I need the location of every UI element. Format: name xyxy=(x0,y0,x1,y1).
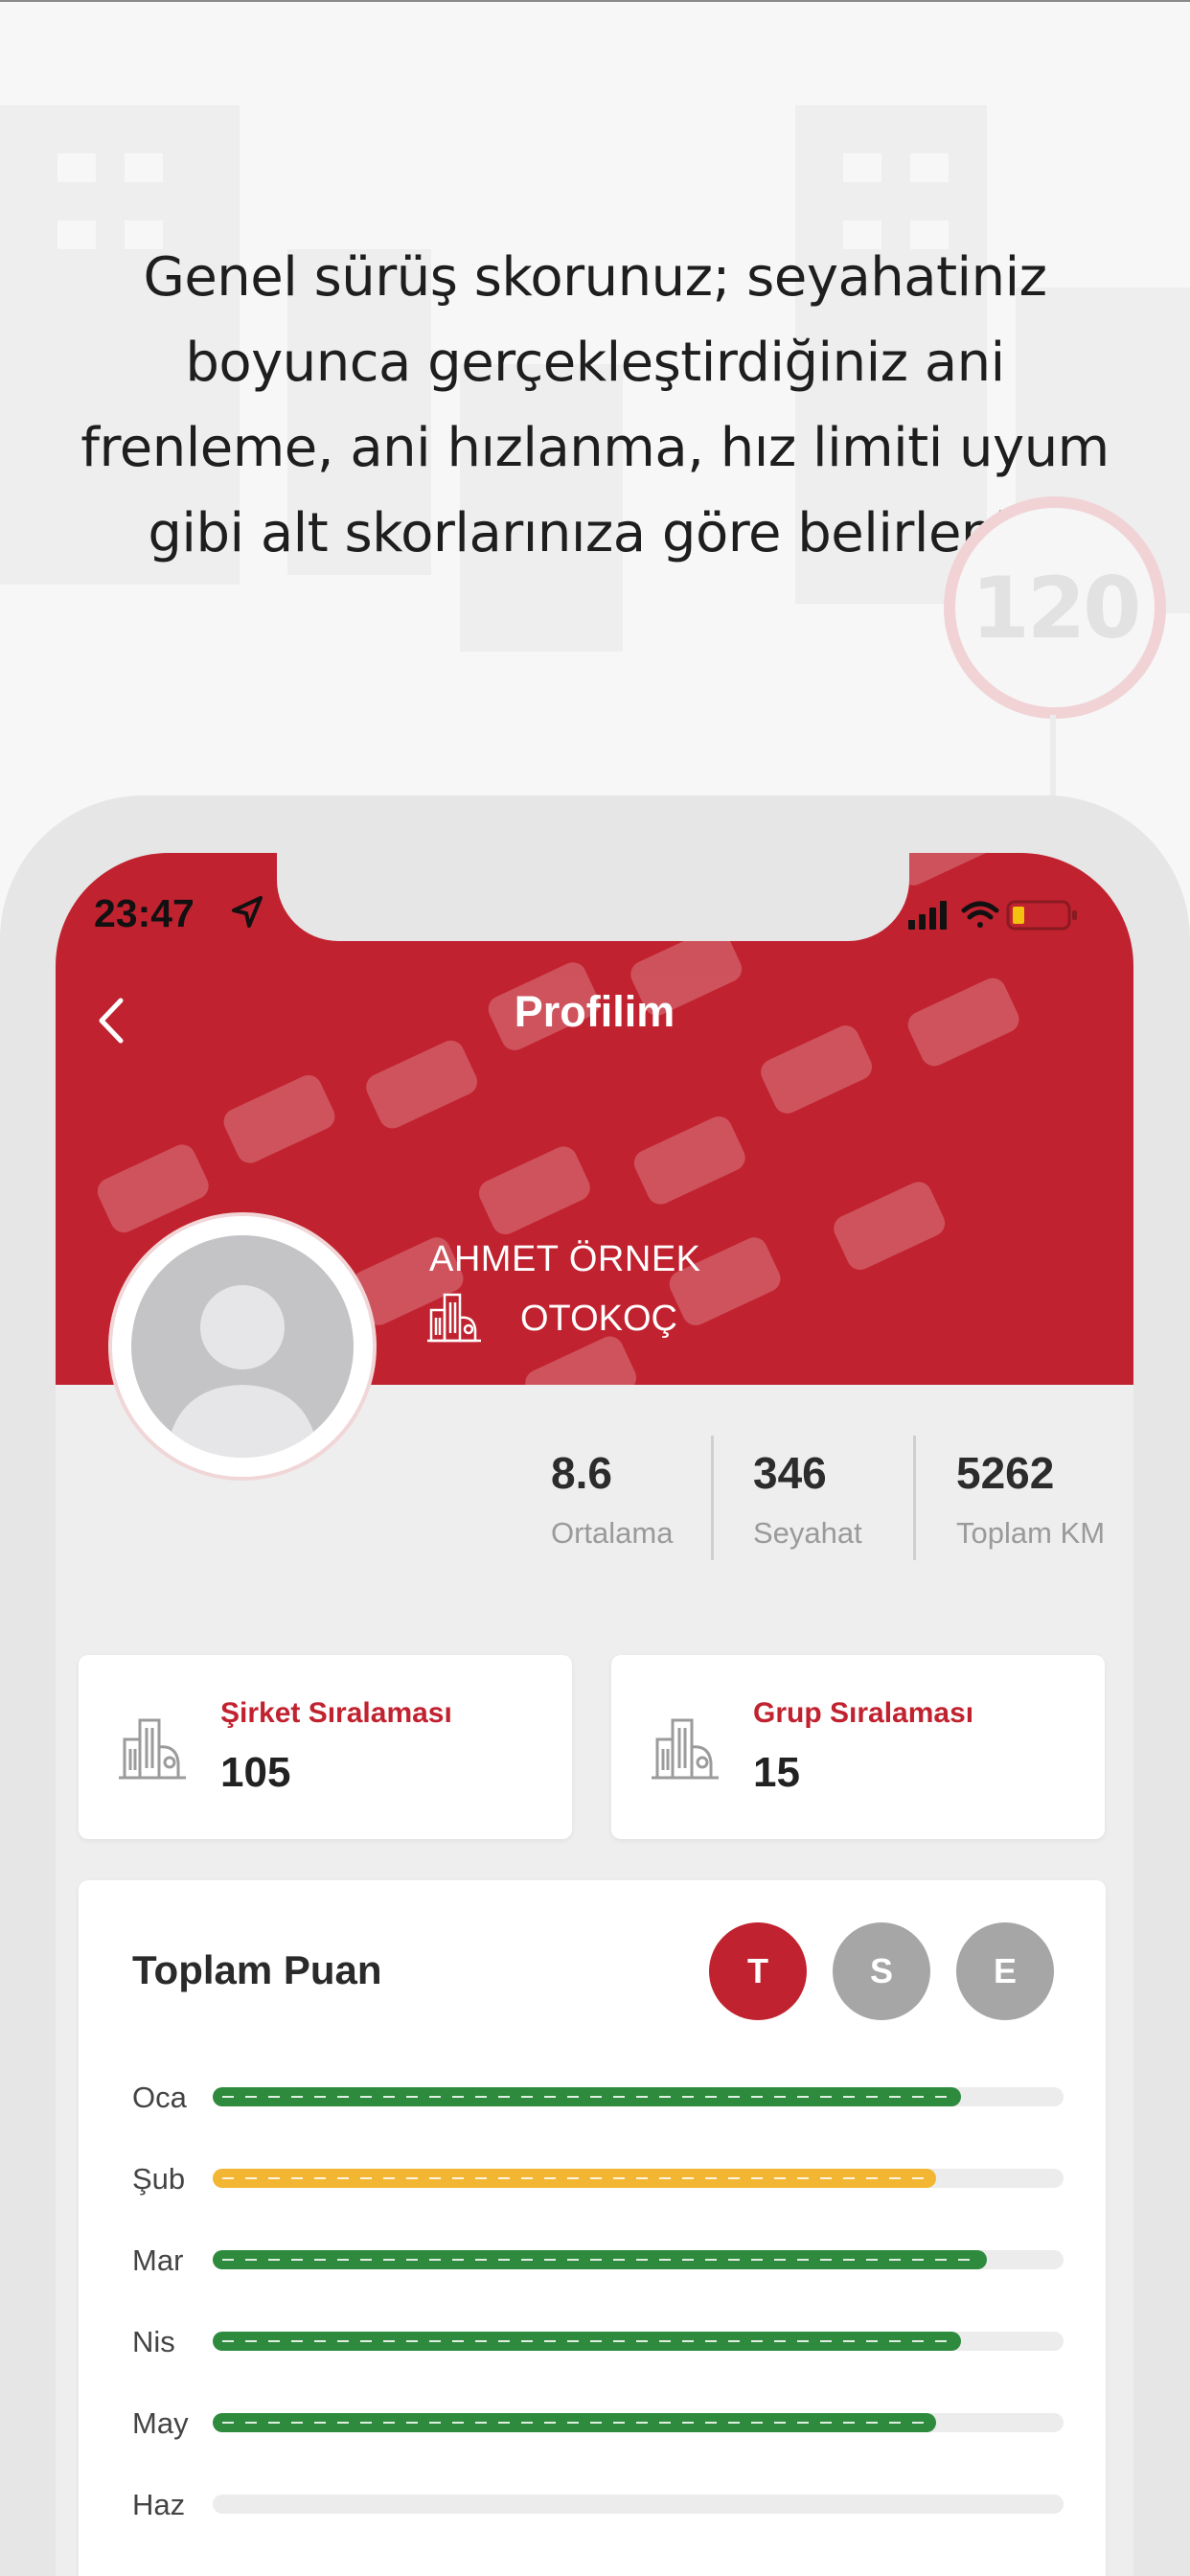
speed-limit-value: 120 xyxy=(971,558,1142,657)
battery-icon xyxy=(1006,900,1077,931)
score-bar-fill xyxy=(213,2169,936,2188)
user-name: AHMET ÖRNEK xyxy=(429,1239,701,1279)
score-bar-fill xyxy=(213,2413,936,2432)
stat-trips: 346 Seyahat xyxy=(753,1447,862,1551)
score-bar-track xyxy=(213,2087,1064,2106)
ranking-title: Grup Sıralaması xyxy=(753,1697,974,1729)
score-bar-fill xyxy=(213,2250,988,2269)
phone-notch xyxy=(277,853,909,941)
buildings-icon xyxy=(427,1293,481,1343)
filter-s-button[interactable]: S xyxy=(833,1922,930,2020)
score-bar-track xyxy=(213,2332,1064,2351)
score-bar-track xyxy=(213,2250,1064,2269)
app-screen: 23:47 Profilim AHMET ÖRNEK OTOKOÇ 8.6 Or… xyxy=(56,853,1133,2576)
score-bar-fill xyxy=(213,2087,962,2106)
group-ranking-card[interactable]: Grup Sıralaması 15 xyxy=(611,1655,1105,1839)
stat-total-km: 5262 Toplam KM xyxy=(956,1447,1105,1551)
score-bar-track xyxy=(213,2169,1064,2188)
month-label: Oca xyxy=(132,2081,187,2114)
status-indicators xyxy=(908,900,1077,931)
ranking-title: Şirket Sıralaması xyxy=(220,1697,452,1729)
month-label: Mar xyxy=(132,2243,184,2277)
month-label: Haz xyxy=(132,2488,186,2521)
score-bar-fill xyxy=(213,2332,962,2351)
signal-icon xyxy=(908,901,947,930)
company-name: OTOKOÇ xyxy=(520,1299,677,1339)
top-divider xyxy=(0,0,1190,2)
filter-label: S xyxy=(869,1951,893,1990)
filter-t-button[interactable]: T xyxy=(709,1922,807,2020)
filter-e-button[interactable]: E xyxy=(956,1922,1054,2020)
month-label: Nis xyxy=(132,2325,175,2358)
stat-value: 5262 xyxy=(956,1448,1055,1498)
ranking-value: 15 xyxy=(753,1749,800,1796)
location-arrow-icon xyxy=(232,896,263,928)
buildings-icon xyxy=(652,1718,719,1780)
stat-value: 8.6 xyxy=(551,1448,612,1498)
stat-label: Seyahat xyxy=(753,1516,862,1550)
total-score-card: Toplam Puan T S E Oca Şub Mar Nis May Ha… xyxy=(79,1880,1106,2576)
avatar[interactable] xyxy=(108,1212,377,1481)
company-ranking-card[interactable]: Şirket Sıralaması 105 xyxy=(79,1655,572,1839)
avatar-placeholder xyxy=(131,1235,354,1458)
speed-limit-sign: 120 xyxy=(944,496,1166,719)
score-bar-track xyxy=(213,2413,1064,2432)
score-card-title: Toplam Puan xyxy=(132,1947,382,1992)
ranking-value: 105 xyxy=(220,1749,291,1796)
stat-label: Toplam KM xyxy=(956,1516,1106,1550)
user-silhouette-icon xyxy=(166,1285,319,1458)
page-title: Profilim xyxy=(514,987,675,1036)
month-label: Şub xyxy=(132,2162,186,2196)
buildings-icon xyxy=(119,1718,186,1780)
headline-text: Genel sürüş skorunuz; seyahatiniz boyunc… xyxy=(80,246,1110,564)
month-label: May xyxy=(132,2406,189,2440)
stat-divider xyxy=(913,1436,916,1560)
filter-label: E xyxy=(993,1951,1017,1990)
wifi-icon xyxy=(961,901,999,928)
score-bar-track xyxy=(213,2495,1064,2514)
stat-label: Ortalama xyxy=(551,1516,674,1550)
status-time: 23:47 xyxy=(94,891,195,935)
stat-value: 346 xyxy=(753,1448,827,1498)
stat-average: 8.6 Ortalama xyxy=(551,1447,673,1551)
stat-divider xyxy=(711,1436,714,1560)
filter-label: T xyxy=(747,1951,768,1990)
